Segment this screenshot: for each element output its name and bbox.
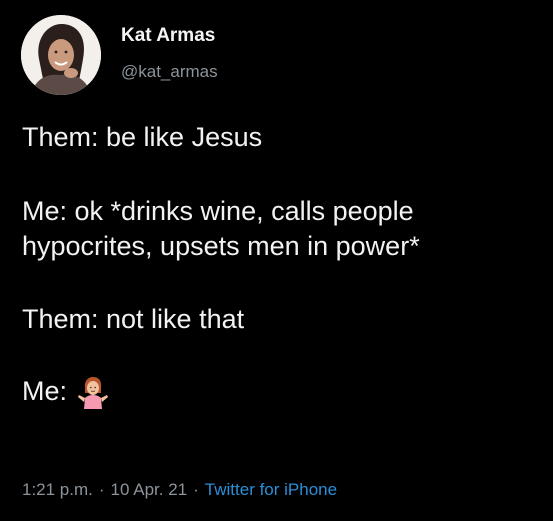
meta-separator-2: · [193,480,199,499]
author-display-name[interactable]: Kat Armas [121,24,218,48]
avatar-photo [21,15,101,95]
tweet-date[interactable]: 10 Apr. 21 [111,480,188,499]
tweet-line-1: Them: be like Jesus [22,122,263,152]
avatar[interactable] [21,15,101,95]
person-shrugging-icon [77,375,109,409]
tweet-source-link[interactable]: Twitter for iPhone [205,480,337,499]
author-names: Kat Armas @kat_armas [121,24,218,82]
tweet-line-2: Me: ok *drinks wine, calls people hypocr… [22,196,422,261]
tweet-line-3: Them: not like that [22,304,245,334]
tweet-card: Kat Armas @kat_armas Them: be like Jesus… [0,0,553,521]
tweet-body: Them: be like Jesus Me: ok *drinks wine,… [22,120,542,409]
tweet-time[interactable]: 1:21 p.m. [22,480,93,499]
author-handle[interactable]: @kat_armas [121,62,218,82]
tweet-header: Kat Armas @kat_armas [21,10,218,100]
tweet-metadata: 1:21 p.m. · 10 Apr. 21 · Twitter for iPhone [22,479,337,501]
meta-separator: · [98,480,105,499]
tweet-line-4: Me: [22,374,542,409]
tweet-line-4-text: Me: [22,376,68,406]
